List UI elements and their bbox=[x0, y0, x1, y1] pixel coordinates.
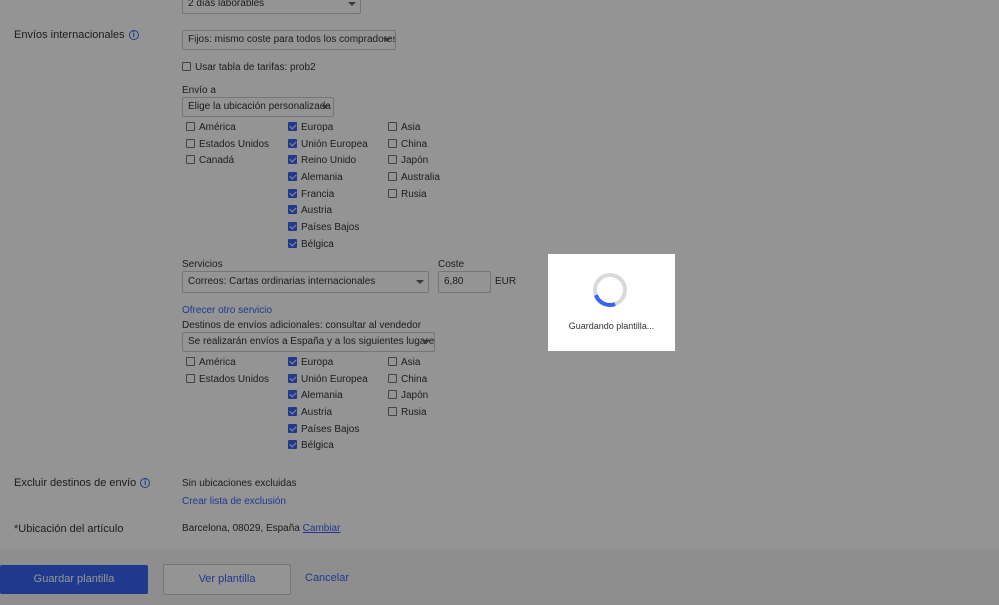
saving-dialog: Guardando plantilla... bbox=[548, 254, 675, 351]
saving-message: Guardando plantilla... bbox=[568, 321, 655, 331]
loading-spinner-icon bbox=[593, 273, 627, 307]
loading-overlay bbox=[0, 0, 999, 605]
